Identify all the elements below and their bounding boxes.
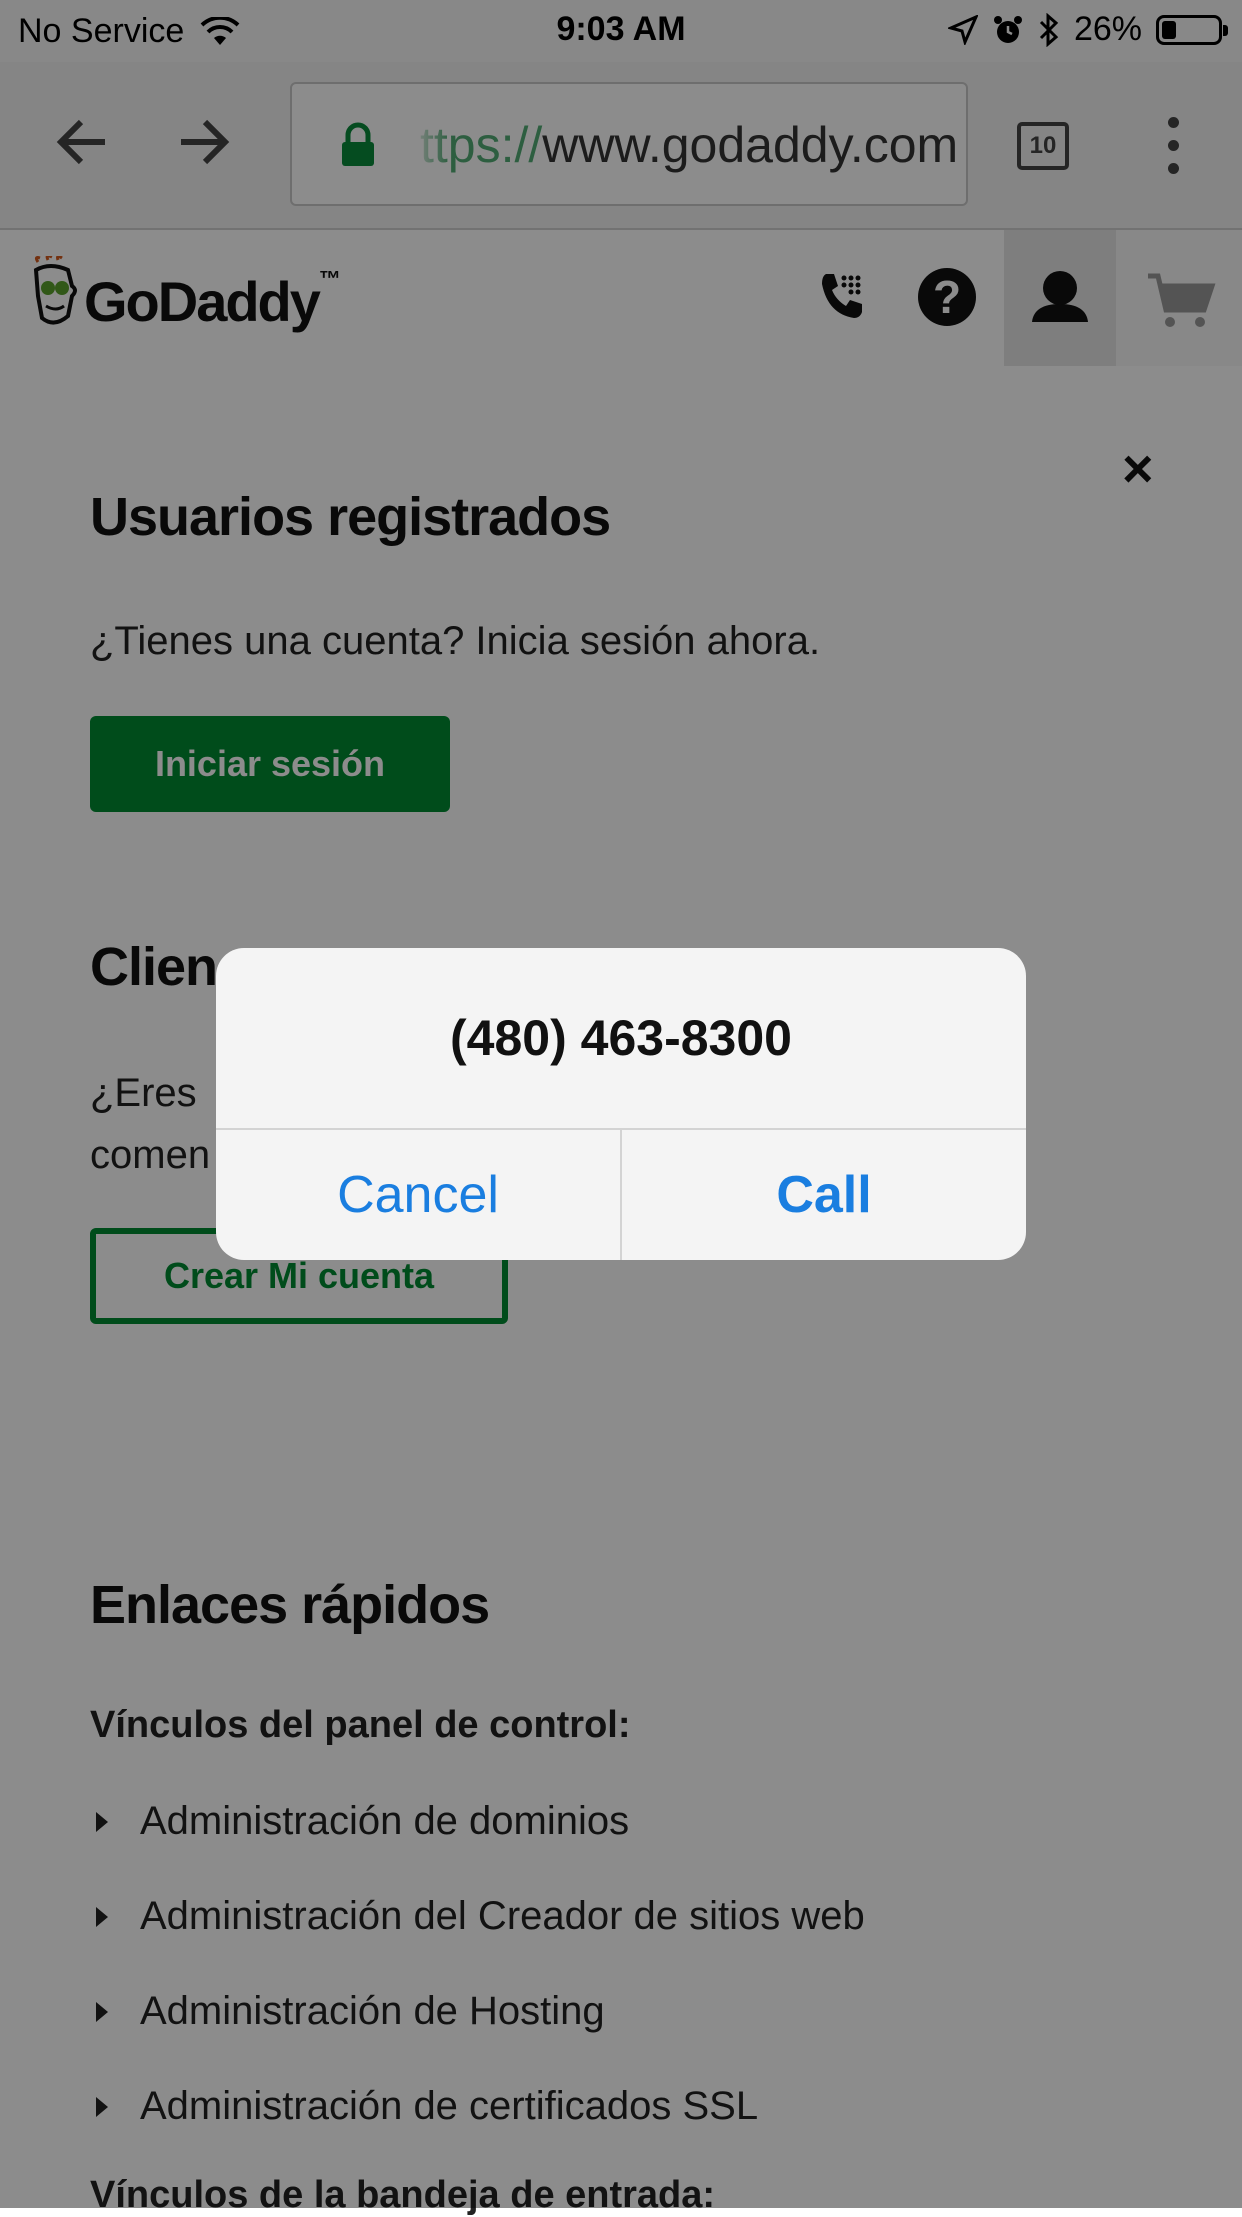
call-button[interactable]: Call — [622, 1130, 1026, 1260]
cancel-button[interactable]: Cancel — [216, 1130, 620, 1260]
call-alert-dialog: (480) 463-8300 Cancel Call — [216, 948, 1026, 1260]
alert-phone-number: (480) 463-8300 — [450, 1010, 792, 1066]
